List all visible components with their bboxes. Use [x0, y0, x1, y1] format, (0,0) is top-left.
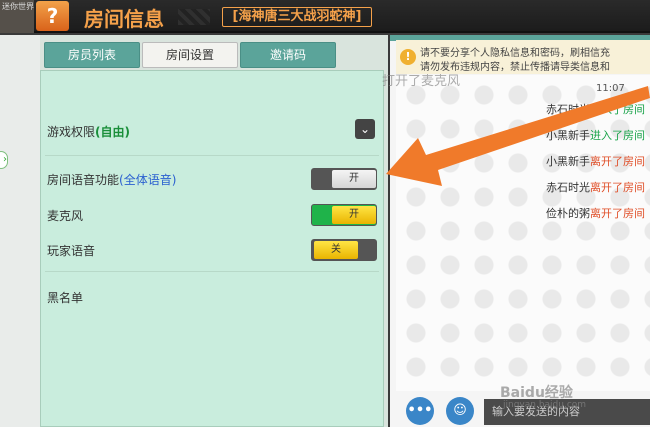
watermark: Baidu经验	[500, 385, 573, 401]
watermark-url: jingyan.baidu.com	[503, 400, 587, 410]
annotation-arrow-icon	[386, 86, 650, 186]
